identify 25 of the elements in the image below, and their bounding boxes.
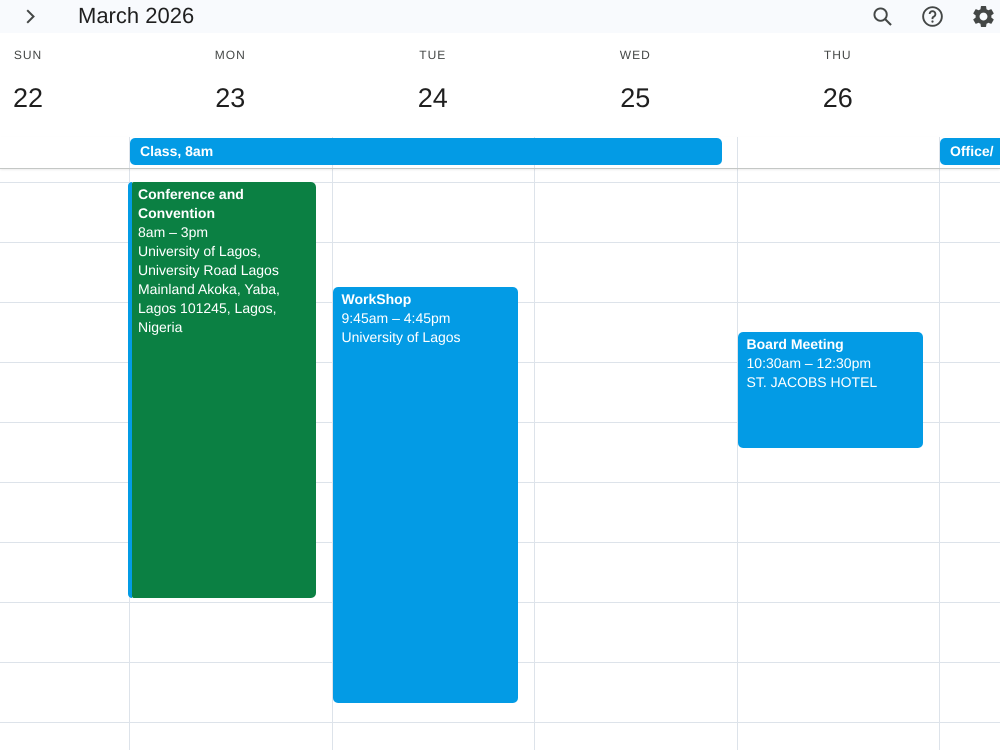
day-date[interactable]: 23 xyxy=(215,82,246,114)
event-time: 8am – 3pm xyxy=(138,223,210,242)
settings-icon[interactable] xyxy=(973,6,994,26)
search-icon[interactable] xyxy=(873,6,892,26)
help-icon[interactable] xyxy=(922,6,943,26)
event-title: Board Meeting xyxy=(746,335,845,354)
day-date[interactable]: 25 xyxy=(620,82,650,114)
day-name: MON xyxy=(214,47,246,63)
day-name: WED xyxy=(620,47,651,63)
event-card[interactable]: Conference and Convention 8am – 3pm University of Lagos, University Road Lagos Mainland Akoka, Yaba, Lagos 101245, Lagos, Nigeria xyxy=(132,182,316,598)
event-time: 9:45am – 4:45pm xyxy=(342,309,452,328)
day-date[interactable]: 24 xyxy=(418,82,448,114)
event-title: WorkShop xyxy=(342,290,412,309)
day-name: TUE xyxy=(419,47,446,63)
event-title: Conference and Convention xyxy=(138,185,245,223)
day-name: THU xyxy=(824,47,852,63)
day-name: SUN xyxy=(14,47,42,63)
event-time: 10:30am – 12:30pm xyxy=(746,354,872,373)
day-date[interactable]: 22 xyxy=(12,82,44,114)
month-title: March 2026 xyxy=(78,3,194,29)
event-location: ST. JACOBS HOTEL xyxy=(746,373,878,392)
day-date[interactable]: 26 xyxy=(822,82,853,114)
event-location: University of Lagos xyxy=(342,328,462,347)
event-location: University of Lagos, University Road Lagos Mainland Akoka, Yaba, Lagos 101245, Lagos, Nigeria xyxy=(138,242,281,337)
chevron-right-icon[interactable] xyxy=(26,8,35,24)
